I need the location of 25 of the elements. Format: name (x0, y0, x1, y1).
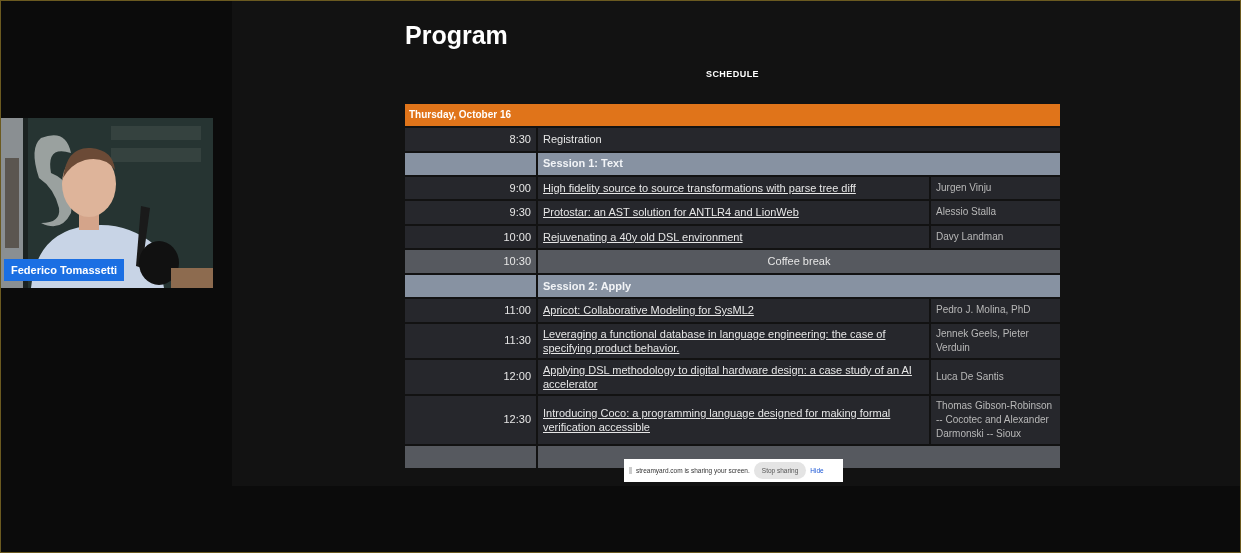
speaker-cell: Pedro J. Molina, PhD (931, 299, 1060, 322)
page-title: Program (405, 20, 509, 51)
time-cell: 12:00 (405, 359, 536, 394)
break-cell: Coffee break (538, 250, 1060, 273)
time-cell: 10:00 (405, 225, 536, 248)
page-subtitle: SCHEDULE (704, 68, 761, 81)
day-header: Thursday, October 16 (405, 103, 1060, 126)
time-cell: 11:00 (405, 299, 536, 322)
speaker-cell: Luca De Santis (931, 359, 1060, 394)
time-cell: 11:30 (405, 323, 536, 358)
table-cell: Registration (538, 127, 1060, 151)
drag-handle-icon (629, 467, 632, 474)
time-cell: 12:30 (405, 395, 536, 444)
session-heading: Session 1: Text (543, 156, 623, 172)
speaker-cell: Davy Landman (931, 225, 1060, 248)
speaker-cell: Thomas Gibson-Robinson -- Cocotec and Alexander Darmonski -- Sioux (931, 395, 1060, 444)
time-cell: 10:30 (405, 250, 536, 273)
speaker-cell: Jurgen Vinju (931, 176, 1060, 199)
time-cell: 9:00 (405, 176, 536, 199)
name-tag: Federico Tomassetti (4, 258, 125, 281)
speaker-cell: Jennek Geels, Pieter Verduin (931, 323, 1060, 358)
speaker-cell: Alessio Stalla (931, 201, 1060, 224)
time-cell: 9:30 (405, 201, 536, 224)
session-heading: Session 2: Apply (543, 278, 632, 294)
time-cell: 8:30 (405, 127, 536, 151)
